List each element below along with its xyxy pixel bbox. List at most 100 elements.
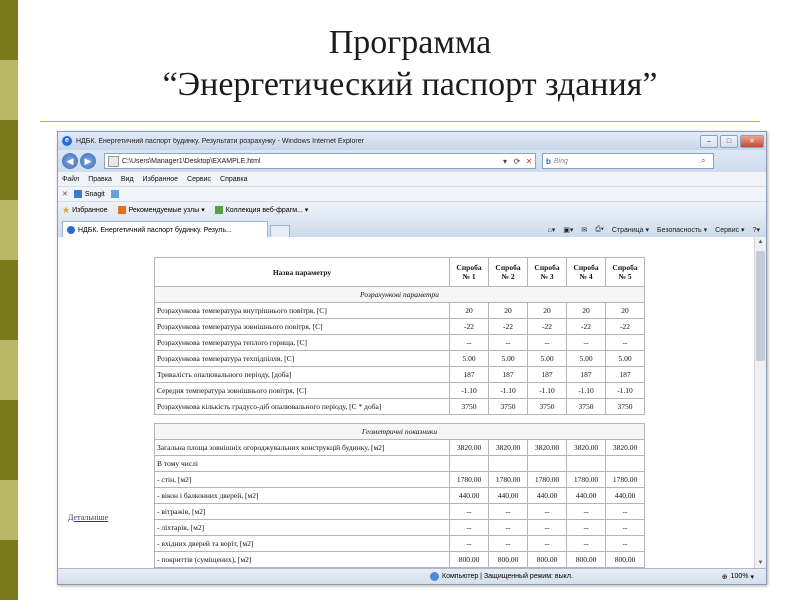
param-value: 20	[449, 302, 489, 319]
table-row: - вікон і балконних дверей, [м2] 440.00 44…	[154, 487, 645, 504]
stop-icon[interactable]: ✕	[523, 157, 535, 166]
param-value: 187	[527, 366, 567, 383]
suggested-sites-icon	[117, 206, 126, 214]
slide-side-bar	[0, 0, 18, 600]
print-icon[interactable]: ⎙▾	[595, 226, 604, 234]
window-titlebar[interactable]: e НДБК. Енергетичний паспорт будинку. Ре…	[58, 132, 766, 150]
cmd-safety[interactable]: Безопасность ▾	[657, 226, 707, 234]
minimize-button[interactable]: –	[700, 134, 718, 148]
tab-current[interactable]: НДБК. Енергетичний паспорт будинку. Резу…	[62, 221, 268, 238]
param-value: 800.00	[527, 551, 567, 568]
details-link[interactable]: Детальніше	[68, 513, 108, 522]
param-value: --	[527, 519, 567, 536]
param-name: Розрахункова кількість градусо-діб опалю…	[154, 398, 450, 415]
param-value: -22	[566, 318, 606, 335]
side-bar-block	[0, 200, 18, 260]
zone-label: Компьютер | Защищенный режим: выкл.	[442, 573, 573, 580]
close-toolbar-icon[interactable]: ✕	[62, 190, 68, 198]
menu-item[interactable]: Правка	[88, 176, 112, 183]
param-value: --	[605, 535, 645, 552]
scroll-up-icon[interactable]: ▲	[755, 237, 766, 248]
tab-bar: НДБК. Енергетичний паспорт будинку. Резу…	[58, 218, 766, 239]
section-title: Геометричні показники	[154, 423, 645, 440]
web-slice-icon	[214, 206, 223, 214]
fav-item-webslices[interactable]: Коллекция веб-фрагм... ▾	[214, 206, 308, 214]
table-row: Загальна площа зовнішніх огороджувальних…	[154, 439, 645, 456]
param-value: 3820.00	[527, 439, 567, 456]
param-value: 5.00	[449, 350, 489, 367]
param-value: --	[566, 503, 606, 520]
menu-item[interactable]: Избранное	[143, 176, 178, 183]
menu-item[interactable]: Справка	[220, 176, 247, 183]
geometry-table: Геометричні показники Загальна площа зовн…	[154, 423, 645, 568]
dropdown-icon[interactable]: ▾	[499, 157, 511, 166]
section-title: Розрахункові параметри	[154, 286, 645, 303]
menu-item[interactable]: Вид	[121, 176, 134, 183]
page-icon	[108, 155, 119, 167]
param-value: 20	[605, 302, 645, 319]
menu-item[interactable]: Файл	[62, 176, 79, 183]
param-value: --	[605, 519, 645, 536]
param-value: 3820.00	[488, 439, 528, 456]
section-row: Геометричні показники	[154, 423, 645, 440]
param-value: --	[566, 334, 606, 351]
zoom-icon: ⊕	[721, 573, 728, 581]
table-row: Розрахункова температура техпідпілля, [C…	[154, 350, 645, 367]
help-icon[interactable]: ?▾	[753, 226, 760, 234]
slide-title-line-2: “Энергетический паспорт здания”	[162, 66, 658, 103]
param-value: --	[449, 535, 489, 552]
table-row: Тривалість опалювального періоду, [доба]…	[154, 366, 645, 383]
window-title: НДБК. Енергетичний паспорт будинку. Резу…	[76, 137, 364, 145]
zoom-control[interactable]: ⊕ 100% ▾	[722, 573, 754, 581]
param-value: --	[488, 334, 528, 351]
close-window-button[interactable]: ✕	[740, 134, 764, 148]
side-bar-block	[0, 480, 18, 540]
param-value: --	[527, 535, 567, 552]
param-value: 5.00	[488, 350, 528, 367]
security-zone[interactable]: Компьютер | Защищенный режим: выкл.	[430, 572, 573, 581]
snagit-button[interactable]: Snagit	[85, 191, 105, 198]
vertical-scrollbar[interactable]: ▲ ▼	[754, 237, 766, 569]
fav-item-suggested[interactable]: Рекомендуемые узлы ▾	[117, 206, 205, 214]
param-value: 187	[566, 366, 606, 383]
search-input[interactable]: Bing	[554, 158, 701, 165]
param-value: -22	[488, 318, 528, 335]
table-row: Розрахункова температура теплого горища,…	[154, 334, 645, 351]
section-row: Розрахункові параметри	[154, 286, 645, 303]
fav-item-label: Рекомендуемые узлы ▾	[128, 207, 205, 214]
param-name: Розрахункова температура внутрішнього по…	[154, 302, 450, 319]
param-value: -1.10	[605, 382, 645, 399]
favorites-button[interactable]: ★ Избранное	[62, 205, 108, 216]
home-icon[interactable]: ⌂▾	[548, 226, 556, 234]
header-trial-4: Спроба № 4	[566, 257, 606, 287]
star-icon: ★	[62, 204, 71, 215]
param-name: Розрахункова температура теплого горища,…	[154, 334, 450, 351]
page-content: Детальніше Назва параметру Спроба № 1 Сп…	[58, 237, 766, 569]
forward-button[interactable]: ▶	[80, 153, 96, 169]
table-header-row: Назва параметру Спроба № 1 Спроба № 2 Сп…	[154, 257, 645, 287]
refresh-icon[interactable]: ⟳	[511, 157, 523, 166]
address-bar[interactable]: C:\Users\Manager1\Desktop\EXAMPLE.html ▾…	[104, 153, 536, 169]
feeds-icon[interactable]: ▣▾	[563, 226, 573, 234]
cmd-page[interactable]: Страница ▾	[612, 226, 649, 234]
header-param-name: Назва параметру	[154, 257, 450, 287]
maximize-button[interactable]: □	[720, 134, 738, 148]
header-trial-2: Спроба № 2	[488, 257, 528, 287]
param-value: --	[566, 519, 606, 536]
address-input[interactable]: C:\Users\Manager1\Desktop\EXAMPLE.html	[122, 158, 499, 165]
cmd-tools[interactable]: Сервис ▾	[715, 226, 744, 234]
param-value: 800.00	[449, 551, 489, 568]
scroll-thumb[interactable]	[756, 251, 765, 361]
search-bar[interactable]: b Bing ⌕	[542, 153, 714, 169]
menu-item[interactable]: Сервис	[187, 176, 211, 183]
capture-icon[interactable]	[110, 190, 119, 198]
param-value: --	[605, 334, 645, 351]
back-button[interactable]: ◀	[62, 153, 78, 169]
zoom-level: 100%	[730, 573, 749, 580]
title-divider	[40, 121, 760, 122]
param-value: 20	[566, 302, 606, 319]
mail-icon[interactable]: ✉	[581, 226, 587, 234]
slide-title-line-1: Программа	[328, 24, 492, 61]
param-value: 20	[488, 302, 528, 319]
search-icon[interactable]: ⌕	[701, 156, 713, 166]
